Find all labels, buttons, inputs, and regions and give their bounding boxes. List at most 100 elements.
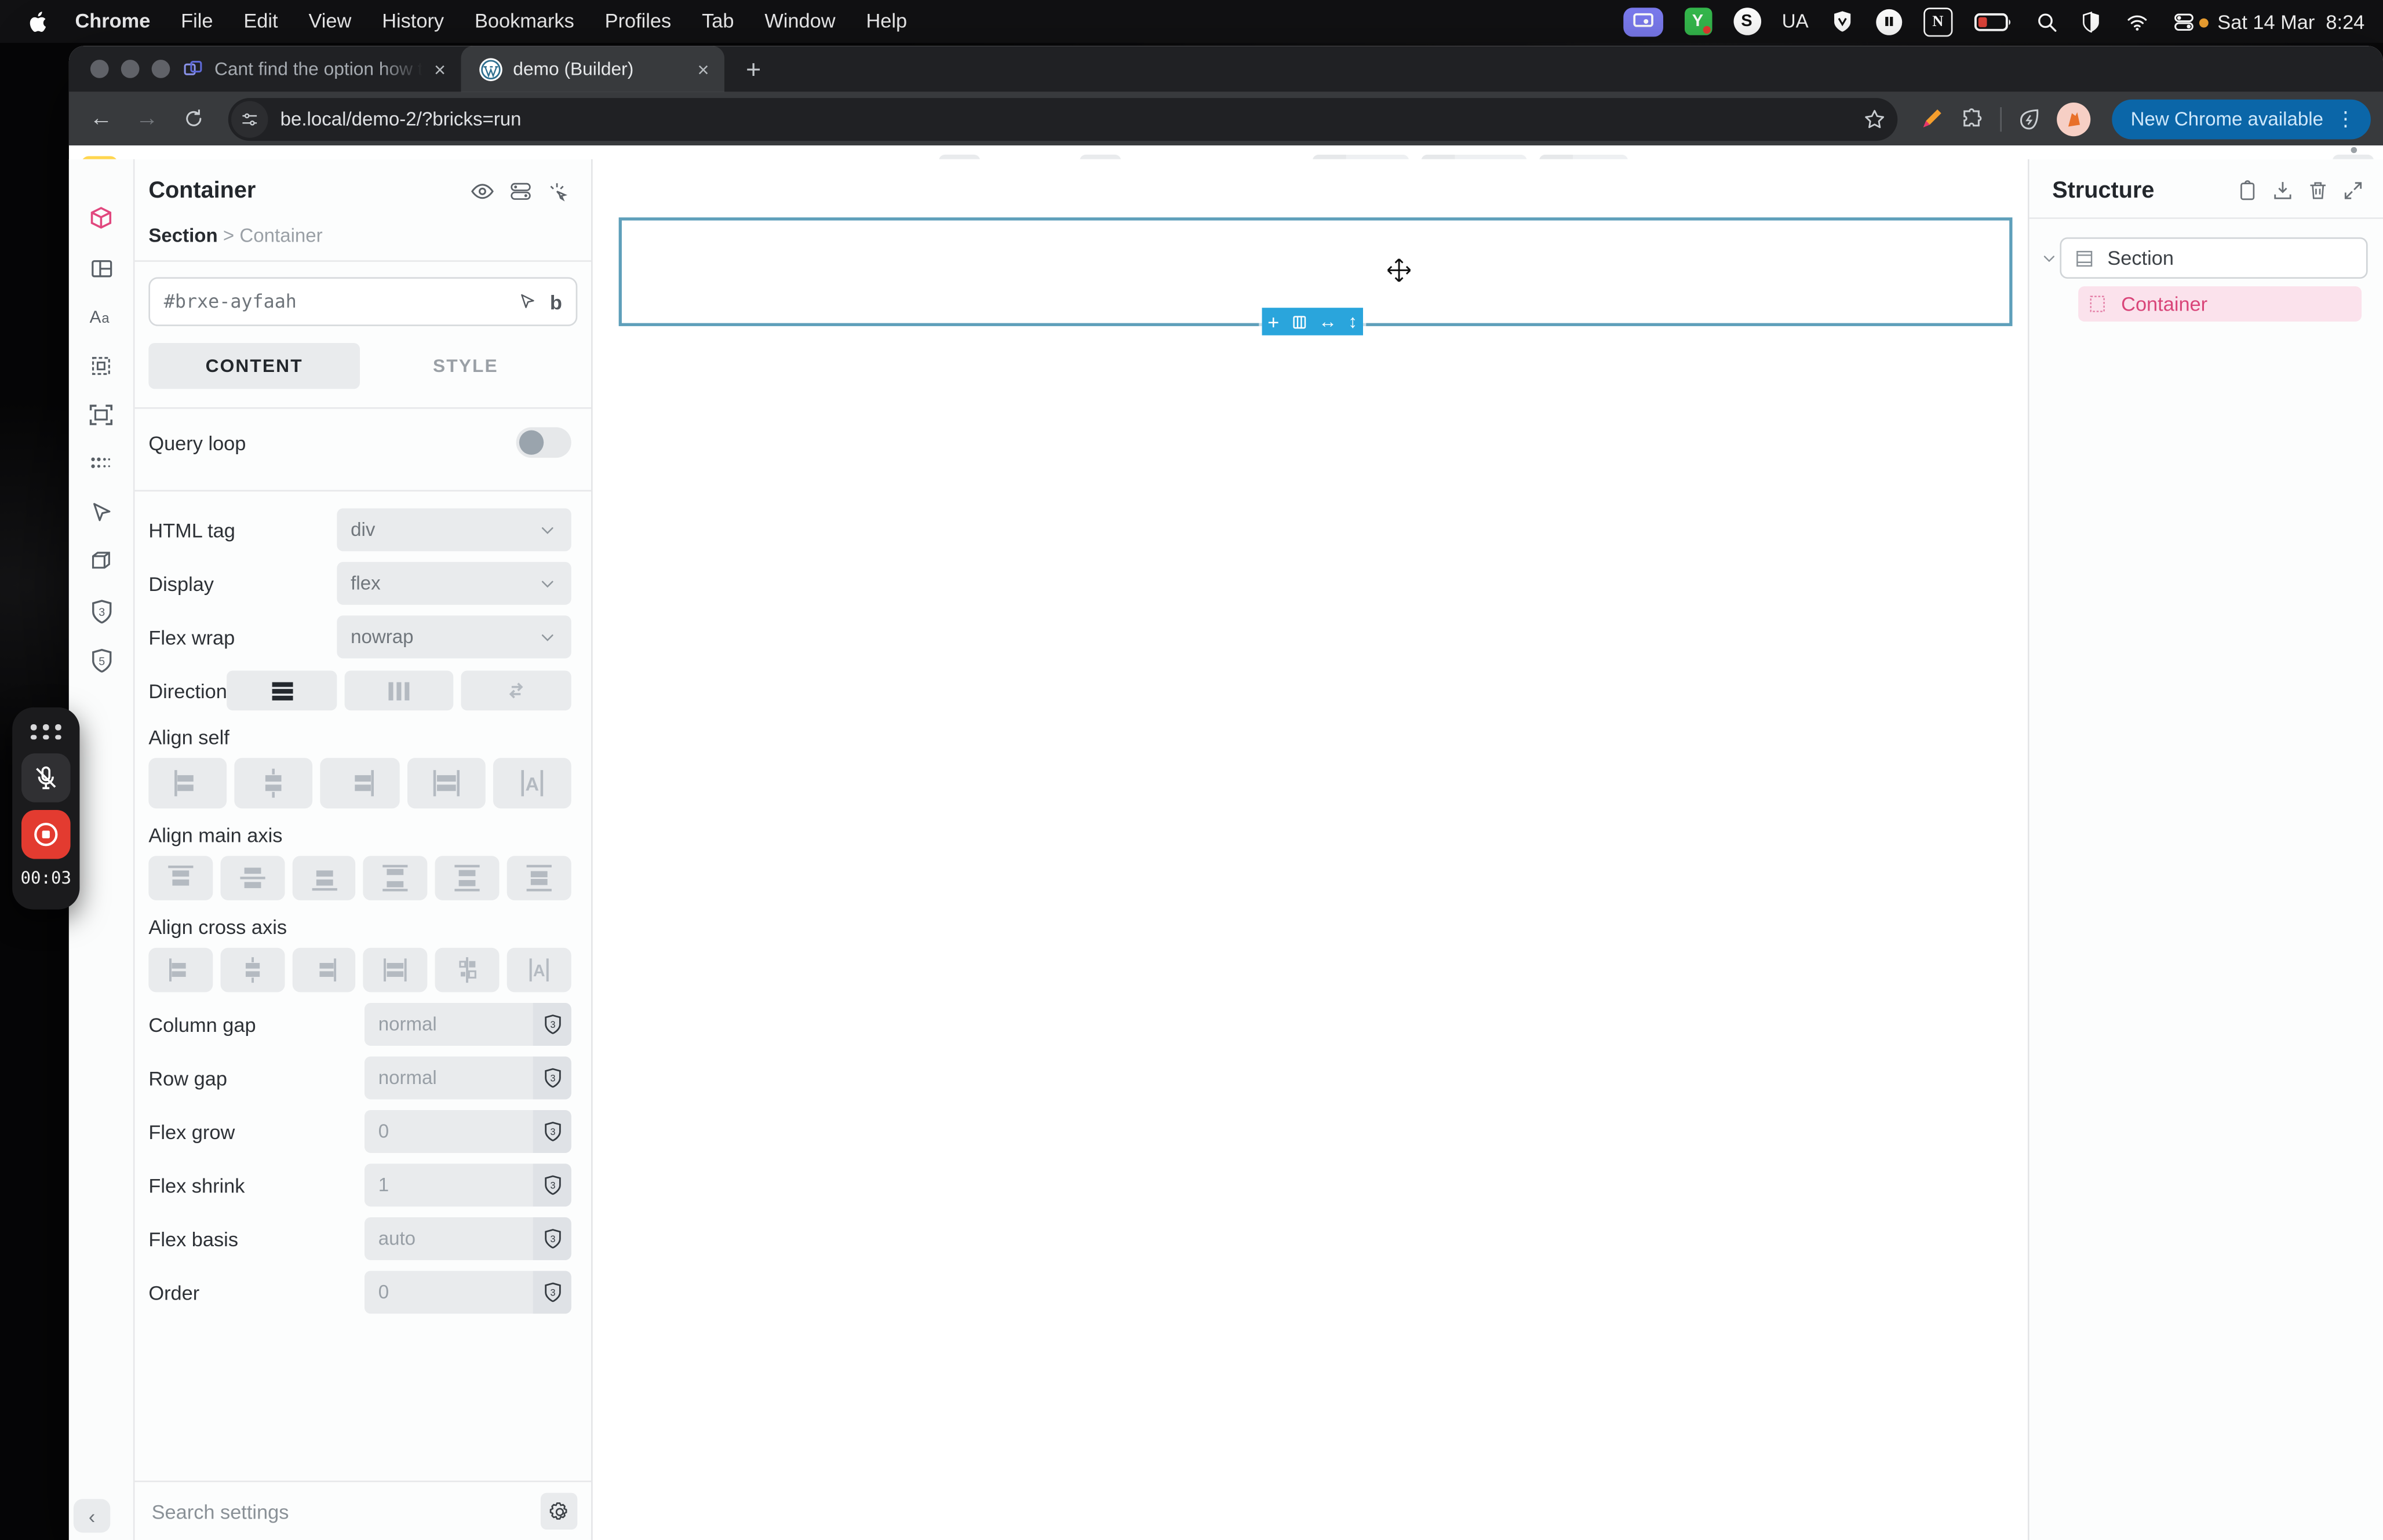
structure-delete-icon[interactable] [2307,179,2330,202]
breakpoint-shield-icon[interactable] [533,1163,571,1206]
category-transform-cursor-icon[interactable] [88,499,115,527]
window-controls[interactable] [90,60,170,78]
align-self-end-button[interactable] [320,758,399,808]
id-bricks-icon[interactable]: b [550,290,562,313]
category-typography-icon[interactable] [88,303,115,331]
browser-tab-active[interactable]: demo (Builder) × [461,46,724,92]
cross-axis-center-button[interactable] [220,948,285,992]
structure-import-icon[interactable] [2271,179,2294,202]
element-interactions-icon[interactable] [546,178,571,203]
menu-file[interactable]: File [166,0,228,43]
browser-tab-inactive[interactable]: Cant find the option how to a × [164,46,461,92]
tab-content[interactable]: CONTENT [148,343,360,389]
address-bar[interactable]: be.local/demo-2/?bricks=run [228,97,1898,140]
minimize-window-button[interactable] [121,60,140,78]
flex-grow-value[interactable]: 0 [365,1121,533,1142]
align-self-center-button[interactable] [235,758,313,808]
menu-window[interactable]: Window [749,0,851,43]
wifi-icon[interactable] [2124,10,2150,33]
control-center-icon[interactable] [2171,10,2196,33]
element-id-value[interactable]: #brxe-ayfaah [164,291,518,312]
element-conditions-icon[interactable] [508,178,533,203]
shazam-icon[interactable]: S [1733,8,1761,35]
menu-bar-clock[interactable]: Sat 14 Mar 8:24 [2217,10,2364,33]
media-app-icon[interactable] [1876,9,1902,35]
main-axis-space-around-button[interactable] [435,856,500,900]
direction-column-button[interactable] [344,671,454,711]
direction-reverse-button[interactable] [462,671,571,711]
row-gap-value[interactable]: normal [365,1067,533,1089]
column-gap-value[interactable]: normal [365,1013,533,1035]
category-3d-box-icon[interactable] [88,548,115,576]
menu-tab[interactable]: Tab [687,0,749,43]
tab-style[interactable]: STYLE [360,343,571,389]
main-axis-start-button[interactable] [148,856,213,900]
zoom-window-button[interactable] [152,60,170,78]
element-id-field[interactable]: #brxe-ayfaah b [148,277,577,326]
category-layout-cube-icon[interactable] [88,205,115,233]
flex-grow-input[interactable]: 0 [365,1110,571,1153]
breakpoint-shield-icon[interactable] [533,1110,571,1153]
menu-app-name[interactable]: Chrome [60,0,166,43]
menu-bookmarks[interactable]: Bookmarks [460,0,590,43]
tab2-close-icon[interactable]: × [698,57,709,81]
cross-axis-stretch-button[interactable] [364,948,428,992]
microphone-muted-button[interactable] [21,753,71,802]
id-select-cursor-icon[interactable] [518,291,537,311]
content-blocker-icon[interactable] [2079,10,2103,33]
builder-canvas[interactable]: + ↔ ↕ [593,159,2028,1540]
screen-mirroring-icon[interactable] [1623,7,1663,36]
chrome-update-button[interactable]: New Chrome available ⋮ [2112,98,2371,138]
flex-basis-value[interactable]: auto [365,1228,533,1249]
order-value[interactable]: 0 [365,1282,533,1303]
cross-axis-start-button[interactable] [148,948,213,992]
main-axis-space-between-button[interactable] [364,856,428,900]
apple-menu-icon[interactable] [28,9,51,35]
reload-button[interactable] [173,98,213,138]
collapse-chevron-icon[interactable] [2038,249,2060,267]
category-filters-icon[interactable] [88,450,115,478]
align-self-stretch-button[interactable] [407,758,485,808]
resize-vertical-icon[interactable]: ↕ [1348,312,1357,331]
display-select[interactable]: flex [337,562,571,605]
customize-pen-icon[interactable] [1919,105,1945,132]
html-tag-select[interactable]: div [337,508,571,551]
structure-clipboard-icon[interactable] [2236,179,2259,202]
drag-handle-dots-icon[interactable] [31,724,61,739]
url-text[interactable]: be.local/demo-2/?bricks=run [280,108,1859,129]
category-html5-shield-icon[interactable] [88,646,115,674]
site-settings-icon[interactable] [231,100,268,137]
bookmark-star-icon[interactable] [1858,107,1892,131]
breakpoint-shield-icon[interactable] [533,1217,571,1260]
menu-history[interactable]: History [367,0,460,43]
stop-recording-button[interactable] [21,810,71,859]
column-gap-input[interactable]: normal [365,1003,571,1046]
set-columns-icon[interactable] [1291,313,1307,330]
battery-icon[interactable] [1974,12,2014,31]
back-button[interactable]: ← [81,98,121,138]
structure-node-container[interactable]: Container [2078,286,2362,322]
row-gap-input[interactable]: normal [365,1056,571,1099]
search-settings-gear-icon[interactable] [541,1493,577,1530]
vpn-shield-icon[interactable] [1830,9,1854,34]
direction-row-button[interactable] [227,671,337,711]
notion-icon[interactable]: N [1923,7,1952,36]
keyboard-layout-indicator[interactable]: UA [1782,10,1809,32]
category-background-icon[interactable] [88,352,115,380]
element-visibility-eye-icon[interactable] [470,178,494,203]
browser-menu-kebab-icon[interactable]: ⋮ [2335,107,2355,131]
green-app-icon[interactable]: Y [1684,8,1712,35]
breadcrumb-parent[interactable]: Section [148,225,217,246]
menu-edit[interactable]: Edit [228,0,293,43]
main-axis-center-button[interactable] [220,856,285,900]
breakpoint-shield-icon[interactable] [533,1271,571,1313]
flex-basis-input[interactable]: auto [365,1217,571,1260]
structure-node-section[interactable]: Section [2060,238,2367,279]
category-columns-icon[interactable] [88,254,115,282]
category-css3-shield-icon[interactable] [88,597,115,625]
profile-avatar[interactable] [2057,102,2091,136]
structure-expand-icon[interactable] [2342,179,2365,202]
flex-wrap-select[interactable]: nowrap [337,615,571,658]
collapse-panel-button[interactable]: ‹ [74,1499,110,1532]
flex-shrink-value[interactable]: 1 [365,1174,533,1196]
